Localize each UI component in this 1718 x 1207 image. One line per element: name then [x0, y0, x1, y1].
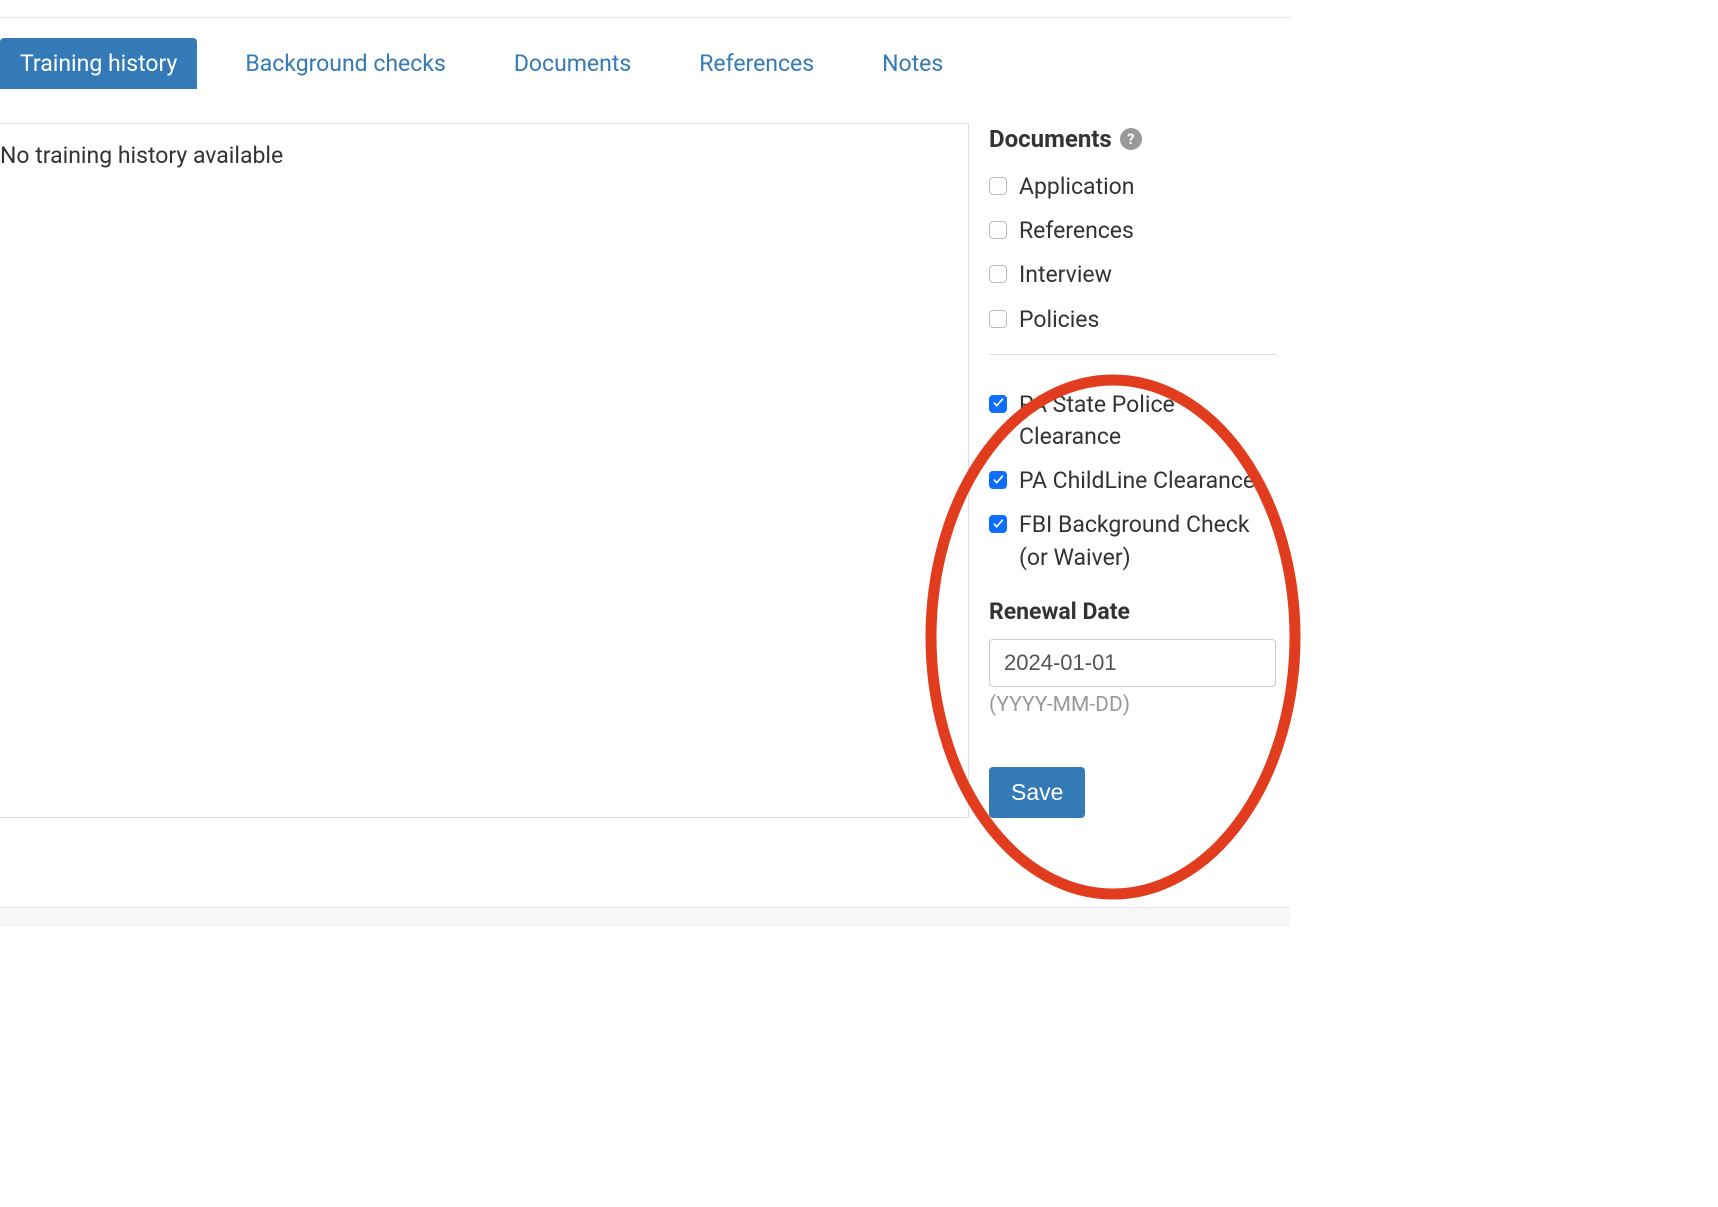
checkbox-policies[interactable]	[989, 310, 1007, 328]
checklist-item-fbi-background: FBI Background Check (or Waiver)	[989, 509, 1276, 573]
tab-notes[interactable]: Notes	[862, 38, 963, 89]
documents-checklist-top: Application References Interview	[989, 171, 1276, 336]
question-mark-icon: ?	[1120, 128, 1142, 150]
checkmark-icon	[992, 397, 1005, 410]
renewal-date-hint: (YYYY-MM-DD)	[989, 693, 1276, 717]
checkbox-label: PA State Police Clearance	[1019, 389, 1276, 453]
checkbox-references[interactable]	[989, 221, 1007, 239]
content-row: No training history available Documents …	[0, 123, 1290, 818]
documents-heading: Documents ?	[989, 125, 1276, 153]
clearances-checklist: PA State Police Clearance PA ChildLine C…	[989, 389, 1276, 574]
renewal-date-heading: Renewal Date	[989, 598, 1276, 625]
checklist-item-interview: Interview	[989, 259, 1276, 291]
checkbox-pa-state-police[interactable]	[989, 395, 1007, 413]
checkbox-label: FBI Background Check (or Waiver)	[1019, 509, 1276, 573]
checkbox-interview[interactable]	[989, 265, 1007, 283]
checkbox-fbi-background[interactable]	[989, 515, 1007, 533]
tab-background-checks[interactable]: Background checks	[225, 38, 465, 89]
page-bottom-edge	[0, 907, 1290, 927]
save-button[interactable]: Save	[989, 767, 1085, 818]
sidebar-divider	[989, 354, 1276, 355]
documents-heading-text: Documents	[989, 125, 1112, 153]
renewal-date-input[interactable]	[989, 639, 1276, 687]
checkbox-label: Policies	[1019, 304, 1099, 336]
checklist-item-pa-state-police: PA State Police Clearance	[989, 389, 1276, 453]
checklist-item-references: References	[989, 215, 1276, 247]
checkbox-label: References	[1019, 215, 1134, 247]
page-container: Training history Background checks Docum…	[0, 17, 1290, 818]
empty-training-message: No training history available	[0, 142, 950, 169]
tab-references[interactable]: References	[679, 38, 834, 89]
tabs-bar: Training history Background checks Docum…	[0, 38, 1290, 89]
checkmark-icon	[992, 474, 1005, 487]
tab-documents[interactable]: Documents	[494, 38, 651, 89]
checkbox-label: Interview	[1019, 259, 1112, 291]
checkbox-label: Application	[1019, 171, 1135, 203]
checklist-item-policies: Policies	[989, 304, 1276, 336]
checkbox-label: PA ChildLine Clearance	[1019, 465, 1255, 497]
checklist-item-pa-childline: PA ChildLine Clearance	[989, 465, 1276, 497]
help-icon[interactable]: ?	[1120, 128, 1142, 150]
training-history-panel: No training history available	[0, 123, 969, 818]
top-divider	[0, 17, 1290, 18]
documents-sidebar: Documents ? Application References	[989, 123, 1276, 818]
checkmark-icon	[992, 518, 1005, 531]
checkbox-pa-childline[interactable]	[989, 471, 1007, 489]
checkbox-application[interactable]	[989, 177, 1007, 195]
tab-training-history[interactable]: Training history	[0, 38, 197, 89]
checklist-item-application: Application	[989, 171, 1276, 203]
